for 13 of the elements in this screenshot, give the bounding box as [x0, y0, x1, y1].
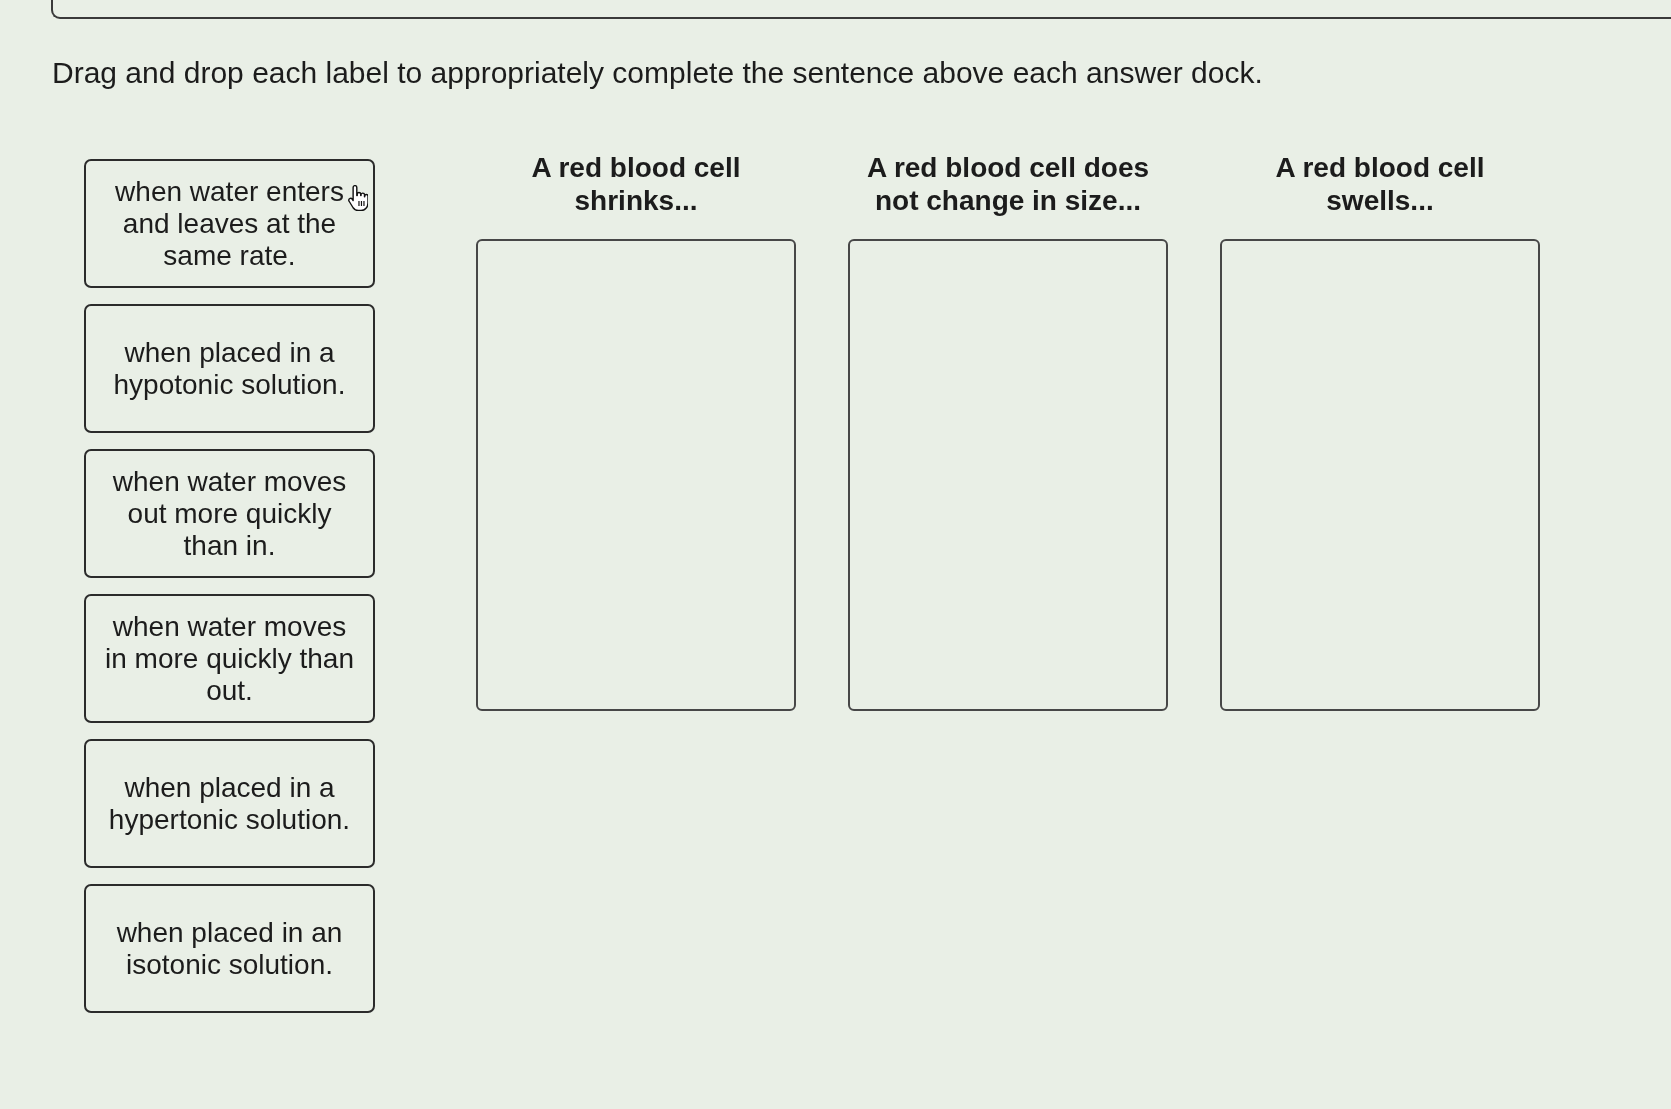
answer-dock[interactable]	[1220, 239, 1540, 711]
drag-label[interactable]: when water moves out more quickly than in.	[84, 449, 375, 578]
answer-dock[interactable]	[848, 239, 1168, 711]
answer-dock[interactable]	[476, 239, 796, 711]
drag-label[interactable]: when placed in an isotonic solution.	[84, 884, 375, 1013]
dock-heading: A red blood cell swells...	[1274, 151, 1486, 217]
dock-heading: A red blood cell shrinks...	[530, 151, 742, 217]
drag-label[interactable]: when water moves in more quickly than out.	[84, 594, 375, 723]
drag-label[interactable]: when placed in a hypotonic solution.	[84, 304, 375, 433]
dock-heading: A red blood cell does not change in size...	[865, 151, 1151, 217]
instruction-text: Drag and drop each label to appropriately complete the sentence above each answer dock.	[52, 56, 1263, 90]
drag-label[interactable]: when placed in a hypertonic solution.	[84, 739, 375, 868]
drag-label[interactable]: when water enters and leaves at the same rate.	[84, 159, 375, 288]
